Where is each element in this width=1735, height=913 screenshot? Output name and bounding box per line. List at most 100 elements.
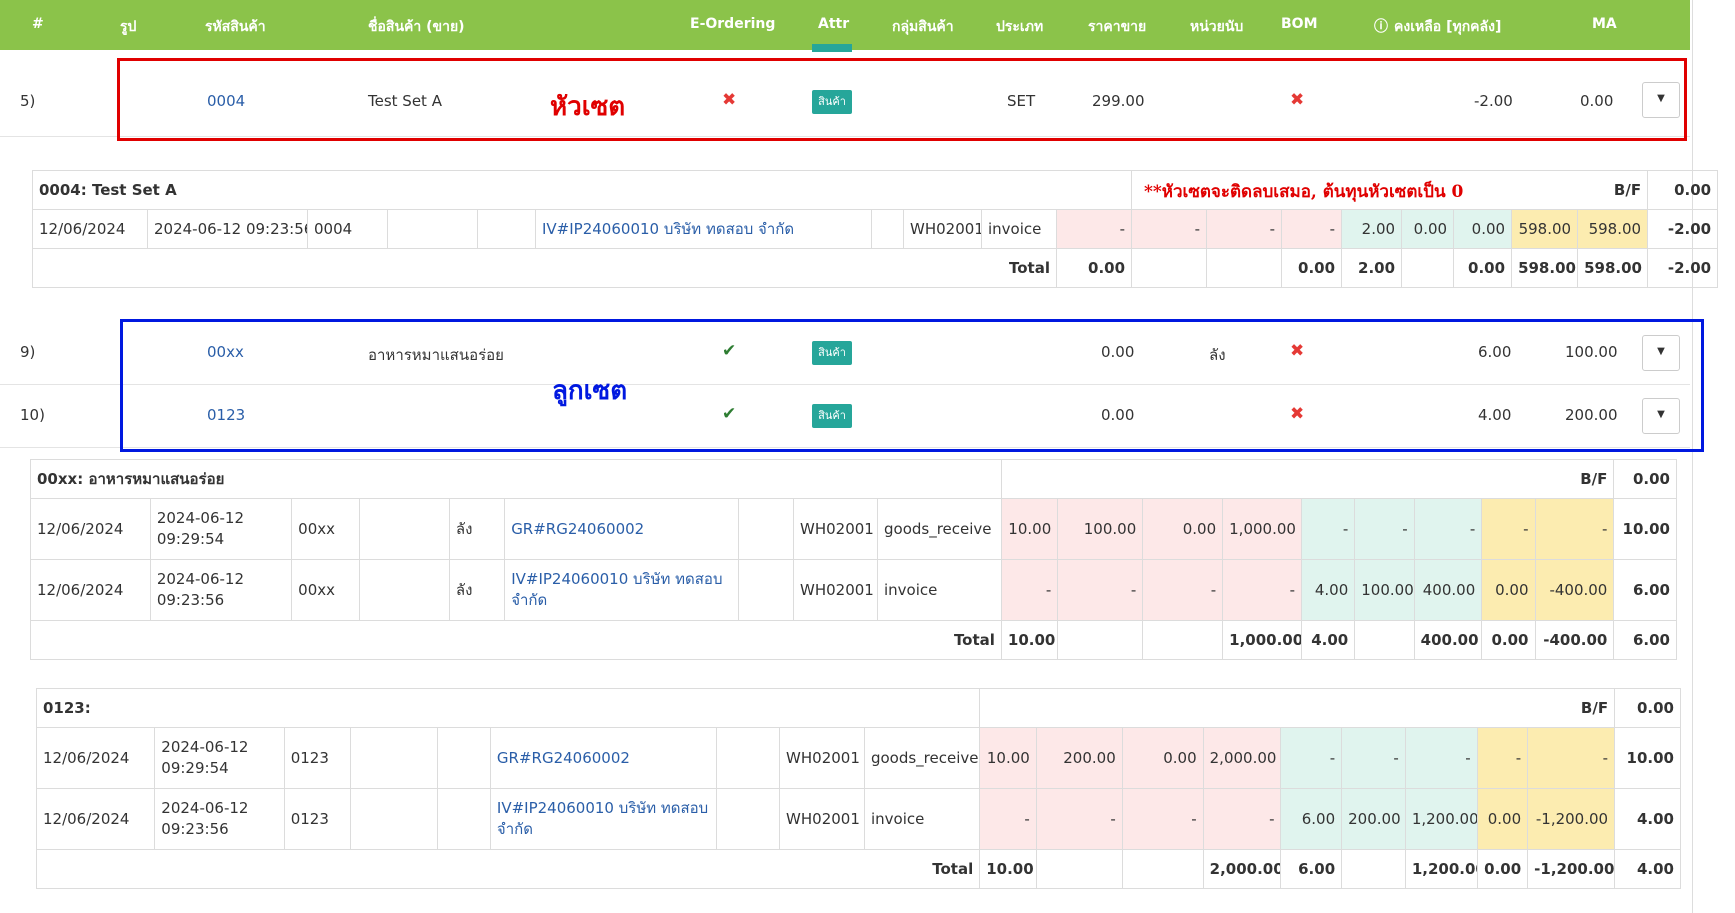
row-number: 5) xyxy=(20,92,36,110)
total-balance: -2.00 xyxy=(1647,248,1719,288)
in-extra: 0.00 xyxy=(1121,727,1204,789)
in-amount: 1,000.00 xyxy=(1222,498,1302,560)
set-head-highlight-frame xyxy=(117,58,1687,141)
out-cost: - xyxy=(1341,727,1406,789)
ledger-table-0123: 0123: B/F 0.00 12/06/2024 2024-06-12 09:… xyxy=(35,688,1681,889)
total-in-qty: 10.00 xyxy=(979,849,1037,889)
doc-date: 12/06/2024 xyxy=(30,498,151,560)
doc-link[interactable]: GR#RG24060002 xyxy=(504,498,739,560)
unit xyxy=(437,727,491,789)
col-header-code[interactable]: รหัสสินค้า xyxy=(205,16,266,38)
total-out-qty: 2.00 xyxy=(1341,248,1403,288)
doc-kind: invoice xyxy=(877,559,1002,621)
total-sale: 0.00 xyxy=(1481,620,1536,660)
table-row[interactable]: 12/06/2024 2024-06-12 09:23:56 00xx ลัง … xyxy=(30,559,1677,621)
sale-amount: - xyxy=(1481,498,1536,560)
bf-label: B/F xyxy=(1527,688,1616,728)
total-balance: 6.00 xyxy=(1613,620,1677,660)
out-amount: 0.00 xyxy=(1453,209,1513,249)
out-qty: 6.00 xyxy=(1280,788,1343,850)
doc-link[interactable]: GR#RG24060002 xyxy=(489,727,718,789)
doc-datetime: 2024-06-12 09:29:54 xyxy=(149,498,293,560)
col-header-eordering[interactable]: E-Ordering xyxy=(690,16,775,32)
doc-date: 12/06/2024 xyxy=(35,727,156,789)
total-balance: 4.00 xyxy=(1614,849,1681,889)
total-out-amount: 0.00 xyxy=(1453,248,1513,288)
table-row[interactable]: 12/06/2024 2024-06-12 09:23:56 0123 IV#I… xyxy=(35,788,1681,850)
set-head-annotation: หัวเซต xyxy=(550,92,626,122)
in-amount: - xyxy=(1202,788,1282,850)
in-qty: 10.00 xyxy=(1000,498,1059,560)
col-header-type[interactable]: ประเภท xyxy=(996,16,1043,38)
in-qty: - xyxy=(979,788,1037,850)
in-cost: 100.00 xyxy=(1057,498,1144,560)
item-code: 00xx xyxy=(291,559,360,621)
doc-date: 12/06/2024 xyxy=(35,788,156,850)
balance: 6.00 xyxy=(1613,559,1677,621)
total-in-amount: 2,000.00 xyxy=(1202,849,1282,889)
balance: -2.00 xyxy=(1647,209,1719,249)
table-row[interactable]: 12/06/2024 2024-06-12 09:23:56 0004 IV#I… xyxy=(32,209,1719,249)
doc-date: 12/06/2024 xyxy=(32,209,148,249)
ledger-title: 0123: xyxy=(35,688,981,728)
col-header-stock[interactable]: คงเหลือ [ทุกคลัง] xyxy=(1394,16,1501,38)
total-in-amount: 0.00 xyxy=(1281,248,1343,288)
in-amount: - xyxy=(1281,209,1343,249)
col-header-price[interactable]: ราคาขาย xyxy=(1088,16,1146,38)
total-out-amount: 400.00 xyxy=(1413,620,1483,660)
col-header-ma[interactable]: MA xyxy=(1592,16,1617,32)
ledger-title-row: 0123: B/F 0.00 xyxy=(35,688,1681,728)
unit: ลัง xyxy=(448,559,506,621)
table-row[interactable]: 12/06/2024 2024-06-12 09:29:54 0123 GR#R… xyxy=(35,727,1681,789)
total-row: Total 0.00 0.00 2.00 0.00 598.00 598.00 … xyxy=(32,248,1719,288)
sale-amount: 0.00 xyxy=(1481,559,1536,621)
info-circle-icon: ⓘ xyxy=(1374,19,1388,35)
doc-link[interactable]: IV#IP24060010 บริษัท ทดสอบ จำกัด xyxy=(535,209,872,249)
out-qty: - xyxy=(1300,498,1356,560)
profit: -400.00 xyxy=(1534,559,1615,621)
out-cost: - xyxy=(1354,498,1415,560)
doc-datetime: 2024-06-12 09:23:56 xyxy=(149,559,293,621)
ledger-table-0004: 0004: Test Set A B/F 0.00 12/06/2024 202… xyxy=(31,170,1719,288)
out-amount: 400.00 xyxy=(1413,559,1483,621)
out-cost: 200.00 xyxy=(1341,788,1406,850)
total-out-amount: 1,200.00 xyxy=(1404,849,1478,889)
col-header-no[interactable]: # xyxy=(32,16,44,32)
col-header-image[interactable]: รูป xyxy=(120,16,136,38)
doc-link[interactable]: IV#IP24060010 บริษัท ทดสอบ จำกัด xyxy=(504,559,739,621)
col-header-name[interactable]: ชื่อสินค้า (ขาย) xyxy=(368,16,465,38)
bf-value: 0.00 xyxy=(1613,459,1677,499)
in-extra: - xyxy=(1206,209,1283,249)
warehouse: WH02001 xyxy=(793,498,878,560)
sale-amount: - xyxy=(1476,727,1529,789)
set-head-note: **หัวเซตจะติดลบเสมอ, ต้นทุนหัวเซตเป็น 0 xyxy=(1144,182,1464,202)
ledger-title-row: 00xx: อาหารหมาแสนอร่อย B/F 0.00 xyxy=(30,459,1677,499)
total-out-qty: 4.00 xyxy=(1300,620,1356,660)
balance: 10.00 xyxy=(1613,498,1677,560)
bf-value: 0.00 xyxy=(1647,170,1719,210)
col-header-attr[interactable]: Attr xyxy=(818,16,849,32)
col-header-group[interactable]: กลุ่มสินค้า xyxy=(892,16,954,38)
in-qty: - xyxy=(1055,209,1133,249)
in-cost: - xyxy=(1057,559,1144,621)
set-child-highlight-frame xyxy=(120,319,1704,452)
in-amount: 2,000.00 xyxy=(1202,727,1282,789)
warehouse: WH02001 xyxy=(793,559,878,621)
col-header-bom[interactable]: BOM xyxy=(1281,16,1318,32)
sale-amount: 598.00 xyxy=(1511,209,1579,249)
profit: - xyxy=(1534,498,1615,560)
doc-kind: invoice xyxy=(981,209,1057,249)
in-extra: - xyxy=(1121,788,1204,850)
total-label: Total xyxy=(30,620,1002,660)
doc-link[interactable]: IV#IP24060010 บริษัท ทดสอบ จำกัด xyxy=(489,788,718,850)
out-cost: 0.00 xyxy=(1401,209,1455,249)
table-row[interactable]: 12/06/2024 2024-06-12 09:29:54 00xx ลัง … xyxy=(30,498,1677,560)
ledger-table-00xx: 00xx: อาหารหมาแสนอร่อย B/F 0.00 12/06/20… xyxy=(30,459,1677,660)
row-number: 10) xyxy=(20,406,45,424)
out-amount: - xyxy=(1413,498,1483,560)
total-label: Total xyxy=(35,849,981,889)
bf-value: 0.00 xyxy=(1614,688,1681,728)
doc-kind: goods_receive xyxy=(863,727,981,789)
col-header-unit[interactable]: หน่วยนับ xyxy=(1190,16,1243,38)
out-amount: - xyxy=(1404,727,1478,789)
